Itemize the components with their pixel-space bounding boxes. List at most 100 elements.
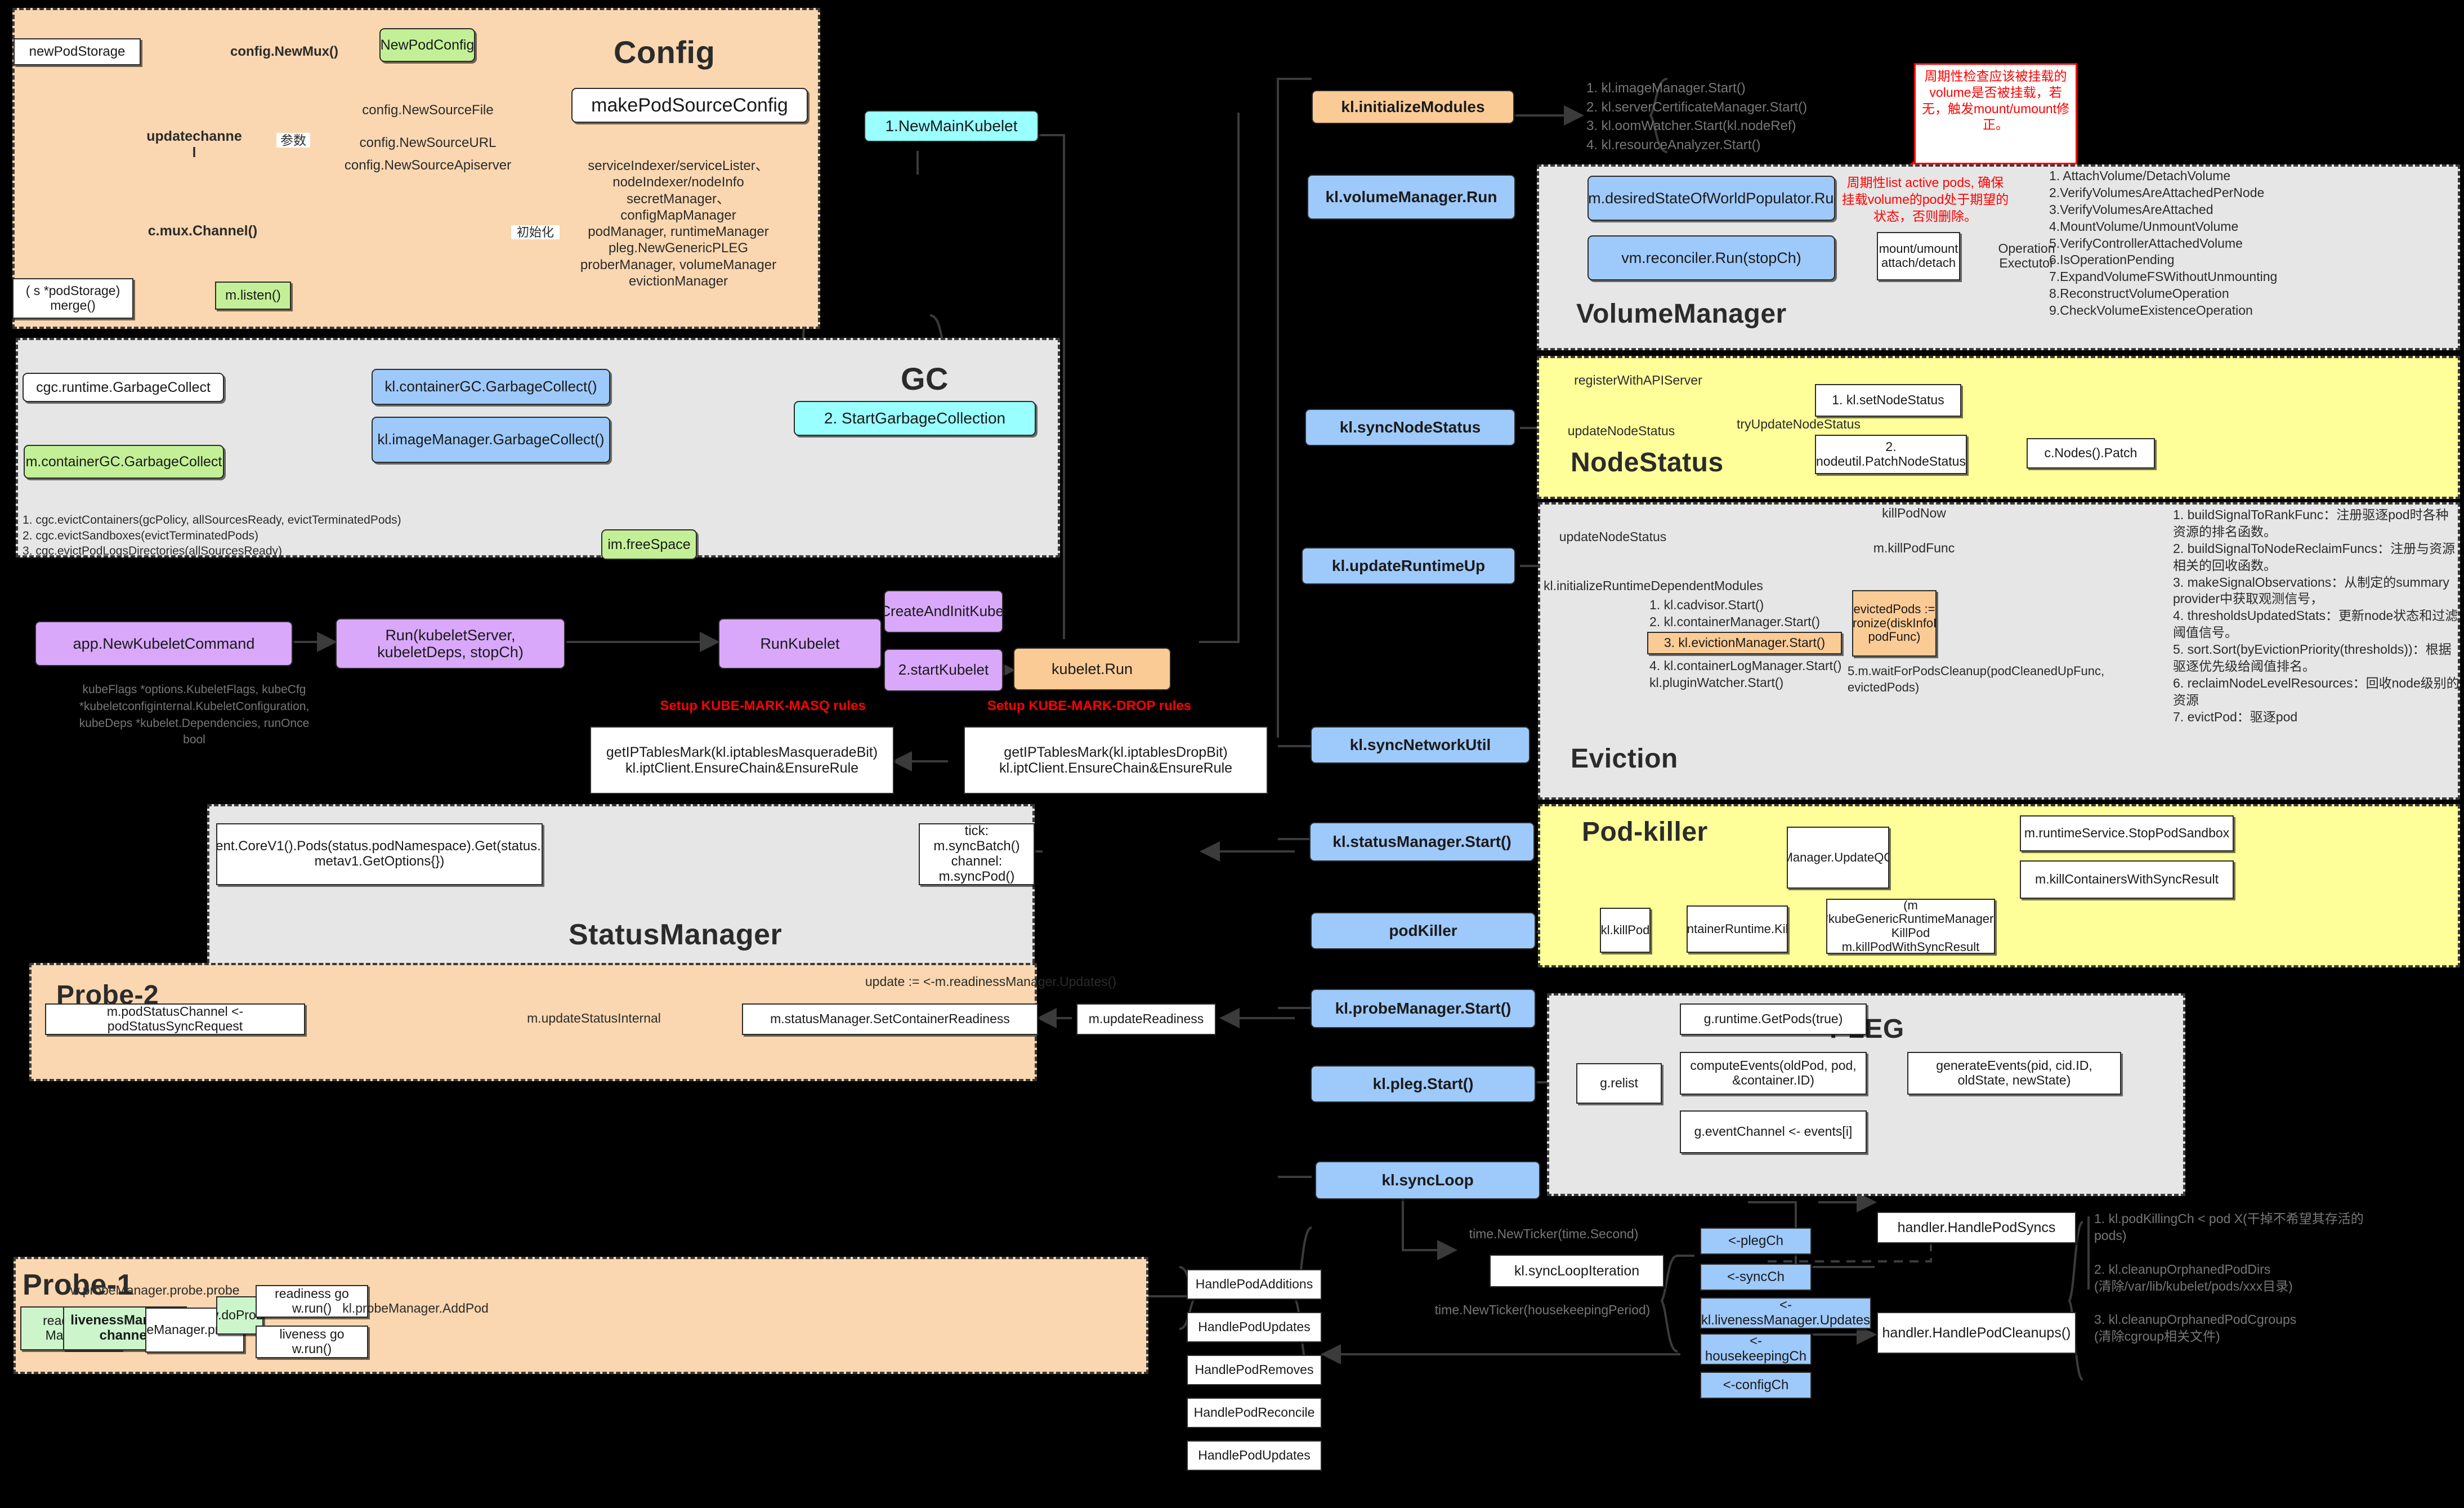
- masq-iptables-box[interactable]: getIPTablesMark(kl.iptablesMasqueradeBit…: [590, 726, 894, 794]
- g-relist-box[interactable]: g.relist: [1576, 1063, 1662, 1104]
- plegch-box[interactable]: <-plegCh: [1700, 1228, 1812, 1255]
- compute-events-box[interactable]: computeEvents(oldPod, pod, &container.ID…: [1680, 1052, 1867, 1095]
- kubelet-flags-note: kubeFlags *options.KubeletFlags, kubeCfg…: [79, 683, 310, 747]
- mount-umount-box[interactable]: mount/umount attach/detach: [1877, 232, 1960, 280]
- kl-volume-manager-run-box[interactable]: kl.volumeManager.Run: [1307, 175, 1515, 220]
- kubelet-run-box[interactable]: kubelet.Run: [1013, 648, 1171, 690]
- statusmanager-group-title: StatusManager: [569, 918, 782, 951]
- desired-state-populator-box[interactable]: vm.desiredStateOfWorldPopulator.Run: [1587, 176, 1835, 221]
- init-label: 初始化: [511, 225, 560, 240]
- kl-pleg-start-box[interactable]: kl.pleg.Start(): [1311, 1065, 1536, 1103]
- kl-sync-loop-box[interactable]: kl.syncLoop: [1315, 1161, 1540, 1199]
- updatechannel-label: updatechanne l: [146, 128, 242, 160]
- handle-pod-updates-box-2[interactable]: HandlePodUpdates: [1187, 1440, 1322, 1471]
- m-listen-box[interactable]: m.listen(): [215, 282, 291, 310]
- stop-pod-sandbox-box[interactable]: m.runtimeService.StopPodSandbox: [2020, 815, 2234, 851]
- init-runtime-dependent-modules-label: kl.initializeRuntimeDependentModules: [1544, 578, 1763, 594]
- handle-pod-cleanups-box[interactable]: handler.HandlePodCleanups(): [1877, 1312, 2076, 1354]
- vm-reconciler-run-box[interactable]: vm.reconciler.Run(stopCh): [1587, 235, 1835, 280]
- config-new-source-url: config.NewSourceURL: [359, 135, 497, 150]
- register-with-apiserver-label: registerWithAPIServer: [1574, 373, 1702, 387]
- eviction-manager-start-box[interactable]: 3. kl.evictionManager.Start(): [1647, 632, 1842, 654]
- liveness-updates-box[interactable]: <- kl.livenessManager.Updates: [1700, 1297, 1871, 1329]
- kl-sync-node-status-box[interactable]: kl.syncNodeStatus: [1305, 409, 1515, 446]
- update-status-internal-label: m.updateStatusInternal: [527, 1011, 661, 1025]
- initialize-modules-list: 1. kl.imageManager.Start() 2. kl.serverC…: [1586, 81, 1808, 153]
- gc-group-title: GC: [901, 361, 949, 396]
- kubelet-architecture-diagram: Config newPodStorage config.NewMux() New…: [0, 0, 2464, 1508]
- housekeepingch-box[interactable]: <- housekeepingCh: [1700, 1333, 1812, 1365]
- drop-rules-label: Setup KUBE-MARK-DROP rules: [987, 698, 1192, 713]
- readiness-updates-note: update := <-m.readinessManager.Updates(): [865, 974, 1117, 989]
- handle-pod-syncs-box[interactable]: handler.HandlePodSyncs: [1877, 1212, 2076, 1243]
- handle-pod-reconcile-box[interactable]: HandlePodReconcile: [1187, 1398, 1322, 1428]
- config-new-source-apiserver: config.NewSourceApiserver: [344, 158, 512, 173]
- im-free-space-box[interactable]: im.freeSpace: [601, 529, 697, 560]
- new-pod-config-box[interactable]: NewPodConfig: [379, 28, 475, 62]
- kill-containers-sync-box[interactable]: m.killContainersWithSyncResult: [2020, 860, 2234, 899]
- kl-initialize-modules-box[interactable]: kl.initializeModules: [1312, 90, 1514, 124]
- volume-periodic-note: 周期性检查应该被挂载的volume是否被挂载，若无，触发mount/umount…: [1914, 63, 2077, 164]
- syncch-box[interactable]: <-syncCh: [1700, 1264, 1812, 1291]
- runtime-getpods-box[interactable]: g.runtime.GetPods(true): [1680, 1003, 1867, 1035]
- kl-container-gc-box[interactable]: kl.containerGC.GarbageCollect(): [372, 369, 610, 405]
- run-kubelet-server-box[interactable]: Run(kubeletServer, kubeletDeps, stopCh): [336, 618, 565, 669]
- eviction-group-title: Eviction: [1571, 744, 1678, 774]
- configch-box[interactable]: <-configCh: [1700, 1372, 1812, 1399]
- kl-status-manager-start-box[interactable]: kl.statusManager.Start(): [1309, 822, 1535, 862]
- sync-loop-iteration-box[interactable]: kl.syncLoopIteration: [1490, 1255, 1664, 1287]
- patch-node-status-box[interactable]: 2. nodeutil.PatchNodeStatus: [1815, 435, 1967, 474]
- new-kubelet-command-box[interactable]: app.NewKubeletCommand: [35, 621, 293, 666]
- handle-pod-updates-box-1[interactable]: HandlePodUpdates: [1187, 1312, 1322, 1342]
- drop-iptables-box[interactable]: getIPTablesMark(kl.iptablesDropBit) kl.i…: [964, 726, 1268, 794]
- gc-evict-list: 1. cgc.evictContainers(gcPolicy, allSour…: [23, 514, 401, 558]
- update-qos-cgroups-box[interactable]: kl.containerManager.UpdateQOSCgroups(): [1787, 827, 1889, 889]
- new-main-kubelet-box[interactable]: 1.NewMainKubelet: [864, 110, 1039, 142]
- eviction-modules-list-1: 1. kl.cadvisor.Start() 2. kl.containerMa…: [1649, 597, 1820, 629]
- volume-active-pods-note: 周期性list active pods, 确保挂载volume的pod处于期望的…: [1841, 175, 2009, 224]
- eviction-detail-list: 1. buildSignalToRankFunc：注册驱逐pod时各种资源的排名…: [2173, 507, 2459, 724]
- make-pod-source-config-box[interactable]: makePodSourceConfig: [571, 88, 808, 123]
- container-runtime-killpod-box[interactable]: kl.containerRuntime.KillPod: [1687, 905, 1788, 953]
- config-new-mux-label: config.NewMux(): [230, 44, 338, 59]
- handle-pod-additions-box[interactable]: HandlePodAdditions: [1187, 1269, 1322, 1300]
- config-group-title: Config: [614, 34, 716, 70]
- kl-update-runtime-up-box[interactable]: kl.updateRuntimeUp: [1302, 547, 1515, 585]
- set-container-readiness-box[interactable]: m.statusManager.SetContainerReadiness: [742, 1003, 1038, 1035]
- new-pod-storage-box[interactable]: newPodStorage: [14, 38, 141, 65]
- ticker-housekeeping-label: time.NewTicker(housekeepingPeriod): [1434, 1302, 1651, 1317]
- evicted-pods-box[interactable]: evictedPods := m.synchronize(diskInfoPro…: [1852, 590, 1937, 657]
- kl-probe-manager-start-box[interactable]: kl.probeManager.Start(): [1311, 989, 1536, 1028]
- volume-operations-list: 1. AttachVolume/DetachVolume 2.VerifyVol…: [2049, 168, 2278, 318]
- managers-list: serviceIndexer/serviceLister、 nodeIndexe…: [580, 158, 777, 289]
- cleanup-list: 1. kl.podKillingCh < pod X(干掉不希望其存活的pods…: [2094, 1211, 2364, 1344]
- pod-status-channel-box[interactable]: m.podStatusChannel <- podStatusSyncReque…: [45, 1003, 305, 1035]
- handle-pod-removes-box[interactable]: HandlePodRemoves: [1187, 1355, 1322, 1385]
- pod-killer-box[interactable]: podKiller: [1311, 912, 1536, 949]
- nodestatus-group-title: NodeStatus: [1571, 448, 1724, 478]
- try-update-node-status-label: tryUpdateNodeStatus: [1737, 417, 1861, 431]
- cgc-runtime-gc-box[interactable]: cgc.runtime.GarbageCollect: [23, 373, 224, 402]
- eviction-update-node-status-label: updateNodeStatus: [1559, 529, 1667, 544]
- kube-generic-killpod-box[interactable]: (m *kubeGenericRuntimeManager) KillPod m…: [1826, 899, 1995, 954]
- nodes-patch-box[interactable]: c.Nodes().Patch: [2027, 438, 2155, 469]
- kube-client-get-box[interactable]: m.kubeClient.CoreV1().Pods(status.podNam…: [216, 823, 543, 885]
- set-node-status-box[interactable]: 1. kl.setNodeStatus: [1815, 384, 1961, 417]
- pod-storage-merge-box[interactable]: ( s *podStorage) merge(): [12, 278, 133, 319]
- generate-events-box[interactable]: generateEvents(pid, cid.ID, oldState, ne…: [1907, 1052, 2121, 1095]
- start-kubelet-box[interactable]: 2.startKubelet: [884, 649, 1003, 691]
- masq-rules-label: Setup KUBE-MARK-MASQ rules: [660, 698, 866, 713]
- m-container-gc-box[interactable]: m.containerGC.GarbageCollect: [24, 445, 224, 479]
- run-kubelet-box[interactable]: RunKubelet: [718, 618, 882, 669]
- kl-image-manager-gc-box[interactable]: kl.imageManager.GarbageCollect(): [372, 417, 610, 463]
- create-and-init-kubelet-box[interactable]: 1.CreateAndInitKubelet: [884, 590, 1003, 633]
- event-channel-box[interactable]: g.eventChannel <- events[i]: [1680, 1110, 1867, 1153]
- kl-sync-network-util-box[interactable]: kl.syncNetworkUtil: [1311, 726, 1530, 764]
- probe-manager-addpod-label: kl.probeManager.AddPod: [342, 1301, 489, 1315]
- start-garbage-collection-box[interactable]: 2. StartGarbageCollection: [794, 401, 1036, 436]
- liveness-run-box[interactable]: liveness go w.run(): [256, 1326, 368, 1358]
- tick-syncbatch-box[interactable]: tick: m.syncBatch() channel: m.syncPod(): [919, 823, 1035, 885]
- mux-channel-label: c.mux.Channel(): [147, 223, 258, 239]
- kl-kill-pod-box[interactable]: kl.killPod: [1600, 908, 1651, 953]
- update-readiness-box[interactable]: m.updateReadiness: [1076, 1003, 1216, 1035]
